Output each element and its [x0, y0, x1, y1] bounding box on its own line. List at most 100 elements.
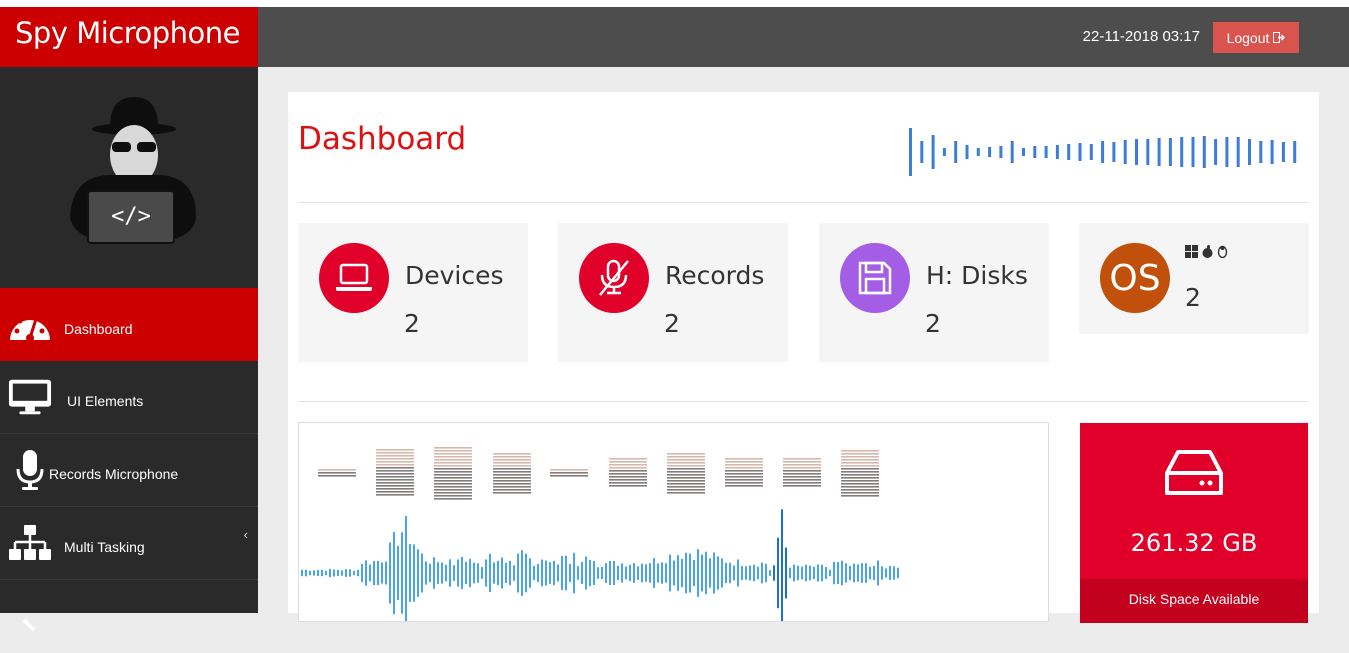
microphone-slash-icon [579, 243, 649, 313]
audio-wave-bar [497, 560, 499, 586]
audio-wave-bar [465, 561, 467, 585]
banner-wave-bar [1146, 139, 1150, 165]
audio-wave-bar [697, 549, 699, 597]
audio-wave-bar [373, 560, 375, 586]
spectrum-bar [434, 447, 472, 449]
audio-wave-bar [589, 559, 591, 587]
disk-space-caption: Disk Space Available [1080, 579, 1308, 623]
audio-wave-bar [529, 558, 531, 588]
audio-wave-bar [745, 566, 747, 580]
laptop-icon [319, 243, 389, 313]
audio-wave-bar [329, 568, 331, 578]
banner-wave-bar [909, 128, 912, 176]
stat-card-devices[interactable]: Devices 2 [298, 223, 528, 362]
sidebar-item-multi-tasking[interactable]: Multi Tasking ‹ [0, 507, 258, 580]
audio-wave-bar [453, 565, 455, 581]
audio-wave-bar [889, 565, 891, 581]
audio-wave-bar [713, 552, 715, 594]
audio-wave-bar [581, 562, 583, 584]
spectrum-bar [725, 479, 763, 481]
banner-wave-bar [1157, 138, 1161, 166]
top-bar: 22-11-2018 03:17 Logout [258, 7, 1349, 67]
audio-wave-bar [305, 569, 307, 577]
spectrum-bar [725, 464, 763, 466]
os-badge: OS [1100, 243, 1170, 313]
audio-wave-bar [501, 557, 503, 589]
spectrum-bar [493, 471, 531, 473]
banner-wave-bar [1281, 142, 1285, 162]
audio-wave-bar [521, 550, 523, 596]
spectrum-bar [434, 450, 472, 452]
audio-wave-bar [345, 569, 347, 577]
audio-wave-bar [821, 564, 823, 582]
spectrum-bar [667, 492, 705, 494]
audio-wave-bar [393, 531, 395, 615]
spectrum-bar [725, 458, 763, 460]
sidebar-item-dashboard[interactable]: Dashboard [0, 288, 258, 361]
divider [298, 202, 1308, 203]
spectrum-bar [434, 471, 472, 473]
app-brand[interactable]: Spy Microphone [0, 7, 258, 67]
audio-wave-bar [573, 552, 575, 594]
spectrum-bar [667, 483, 705, 485]
audio-wave-bar [709, 558, 711, 588]
spectrum-bar [667, 465, 705, 467]
audio-wave-bar [657, 563, 659, 583]
sidebar-item-ui-elements[interactable]: UI Elements [0, 361, 258, 434]
spectrum-bar [493, 459, 531, 461]
spectrum-bar [783, 467, 821, 469]
spectrum-bar [667, 477, 705, 479]
spectrum-bar [493, 465, 531, 467]
chevron-left-icon[interactable]: ‹ [244, 527, 248, 542]
spectrum-bar [434, 480, 472, 482]
audio-wave-bar [353, 570, 355, 576]
hacker-avatar: </> [0, 67, 258, 288]
spectrum-bar [841, 486, 879, 488]
spectrum-bar [493, 462, 531, 464]
spectrum-bar [434, 495, 472, 497]
sidebar-item-records-microphone[interactable]: Records Microphone [0, 434, 258, 507]
banner-wave-bar [976, 148, 980, 156]
spectrum-bar [493, 456, 531, 458]
logout-button[interactable]: Logout [1213, 22, 1299, 53]
stat-card-disks[interactable]: H: Disks 2 [819, 223, 1049, 362]
microphone-icon [8, 448, 52, 492]
banner-wave-bar [1270, 140, 1274, 164]
audio-wave-bar [837, 561, 839, 585]
stat-card-os[interactable]: OS 2 [1079, 223, 1309, 334]
audio-wave-bar [701, 554, 703, 592]
banner-wave-bar [1180, 137, 1184, 167]
spectrum-bar [376, 485, 414, 487]
spectrum-bar [376, 470, 414, 472]
banner-wave-bar [1067, 144, 1071, 160]
audio-wave-bar [321, 569, 323, 577]
stat-card-records[interactable]: Records 2 [558, 223, 788, 362]
sidebar-item-more[interactable] [0, 580, 258, 653]
audio-wave-bar [893, 566, 895, 580]
card-value: 2 [404, 309, 420, 338]
logout-label: Logout [1226, 29, 1270, 46]
card-value: 2 [925, 309, 941, 338]
audio-wave-bar [729, 562, 731, 584]
audio-wave-bar [357, 569, 359, 577]
audio-wave-bar [325, 570, 327, 576]
banner-wave-bar [988, 147, 992, 157]
spectrum-bar [667, 489, 705, 491]
disk-space-card[interactable]: 261.32 GB Disk Space Available [1080, 423, 1308, 623]
spectrum-bar [841, 453, 879, 455]
spectrum-bar [783, 473, 821, 475]
audio-wave-bar [385, 561, 387, 585]
spectrum-bar [609, 467, 647, 469]
audio-wave-bar [869, 566, 871, 580]
spectrum-bar [376, 488, 414, 490]
card-label: Records [665, 261, 765, 290]
audio-wave-bar [801, 566, 803, 580]
divider [298, 401, 1308, 402]
spectrum-bar [667, 459, 705, 461]
audio-wave-bar [673, 560, 675, 586]
audio-wave-bar [621, 563, 623, 583]
spectrum-bar [841, 462, 879, 464]
banner-wave-bar [1225, 137, 1229, 167]
audio-wave-bar [809, 565, 811, 581]
audio-visualizer [298, 422, 1049, 622]
